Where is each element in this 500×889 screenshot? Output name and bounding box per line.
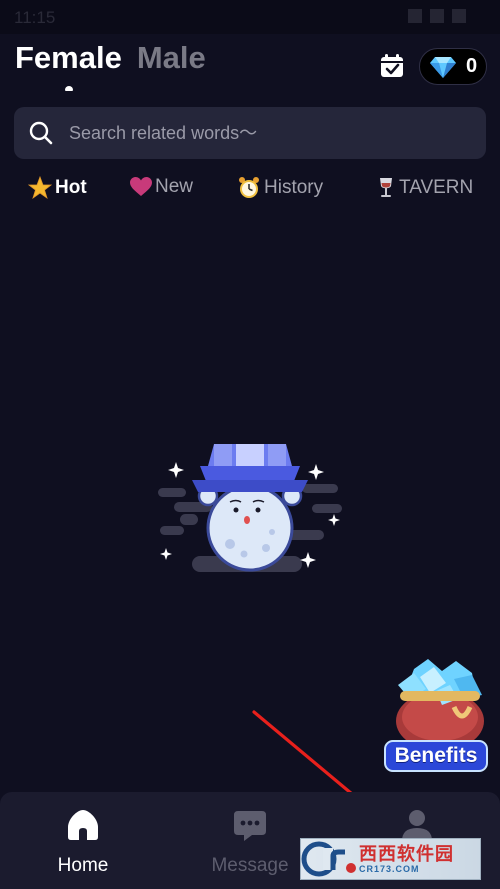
gem-count: 0 bbox=[466, 55, 478, 77]
nav-message[interactable]: Message bbox=[185, 792, 315, 889]
tab-female[interactable]: Female bbox=[15, 40, 122, 76]
star-icon bbox=[28, 176, 52, 200]
tab-male[interactable]: Male bbox=[137, 40, 206, 76]
nav-home-label: Home bbox=[57, 855, 109, 876]
category-tavern-label: TAVERN bbox=[399, 177, 474, 198]
category-new-label: New bbox=[155, 176, 194, 197]
status-icons bbox=[408, 9, 466, 23]
benefits-button[interactable]: Benefits bbox=[384, 655, 490, 777]
heart-icon bbox=[130, 177, 152, 196]
tab-indicator bbox=[65, 86, 73, 91]
alarm-clock-icon bbox=[239, 177, 259, 198]
gem-balance-button[interactable]: 0 bbox=[419, 48, 487, 85]
watermark-cn: 西西软件园 bbox=[359, 844, 454, 864]
category-hot[interactable]: Hot bbox=[28, 176, 87, 200]
home-icon bbox=[68, 810, 98, 840]
search-icon bbox=[29, 121, 53, 145]
watermark-logo: 西西软件园 CR173.COM bbox=[300, 838, 481, 880]
empty-state-illustration bbox=[152, 436, 348, 580]
battery-icon bbox=[452, 9, 466, 23]
benefits-label: Benefits bbox=[384, 740, 488, 772]
message-icon bbox=[234, 811, 266, 841]
wine-glass-icon bbox=[380, 178, 392, 197]
watermark-logo-mark bbox=[301, 839, 357, 879]
nav-message-label: Message bbox=[211, 855, 289, 876]
category-history-label: History bbox=[264, 177, 324, 198]
search-input[interactable] bbox=[67, 121, 451, 145]
diamond-icon bbox=[430, 56, 456, 78]
gender-tabs: Female Male bbox=[15, 40, 206, 76]
calendar-checkin-icon[interactable] bbox=[378, 52, 406, 80]
status-time: 11:15 bbox=[14, 8, 56, 27]
category-new[interactable]: New bbox=[130, 176, 193, 198]
category-hot-label: Hot bbox=[55, 177, 87, 198]
ghost-moon-icon bbox=[158, 444, 342, 572]
category-history[interactable]: History bbox=[237, 176, 323, 200]
search-bar[interactable] bbox=[14, 107, 486, 159]
category-tavern[interactable]: TAVERN bbox=[376, 176, 473, 200]
treasure-bag-icon bbox=[396, 659, 484, 751]
status-bar: 11:15 bbox=[0, 0, 500, 34]
wifi-icon bbox=[408, 9, 422, 23]
signal-icon bbox=[430, 9, 444, 23]
nav-home[interactable]: Home bbox=[18, 792, 148, 889]
watermark-en: CR173.COM bbox=[359, 864, 420, 874]
category-tabs: Hot New History TAVERN bbox=[28, 176, 500, 204]
